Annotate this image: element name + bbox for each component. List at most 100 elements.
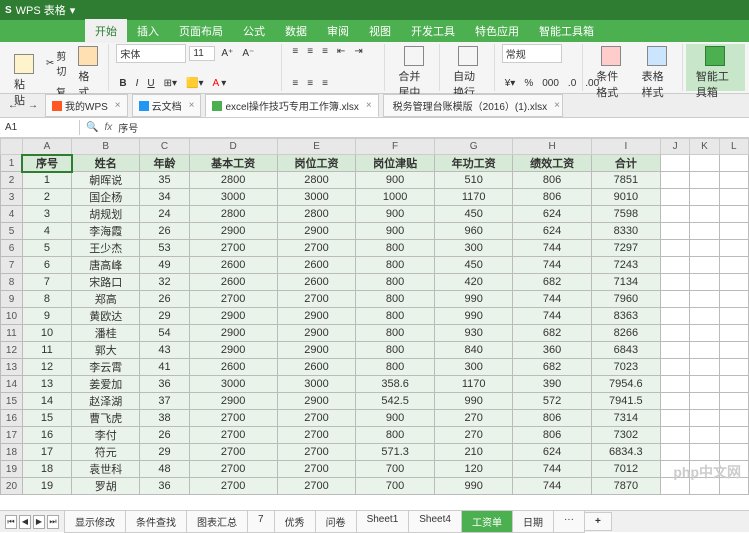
- cell[interactable]: 624: [513, 444, 591, 461]
- cell[interactable]: 900: [356, 410, 435, 427]
- cell[interactable]: 郑高: [72, 291, 140, 308]
- cell[interactable]: [719, 342, 748, 359]
- font-size-select[interactable]: 11: [189, 46, 215, 61]
- cell[interactable]: 2900: [189, 342, 277, 359]
- cell[interactable]: [660, 172, 689, 189]
- cell[interactable]: 2700: [189, 461, 277, 478]
- col-header[interactable]: K: [690, 139, 719, 155]
- cell[interactable]: 2700: [189, 410, 277, 427]
- cell[interactable]: 6834.3: [591, 444, 660, 461]
- cell[interactable]: 900: [356, 172, 435, 189]
- cell[interactable]: 15: [22, 410, 71, 427]
- cell[interactable]: 郭大: [72, 342, 140, 359]
- col-header[interactable]: C: [140, 139, 189, 155]
- row-header[interactable]: 1: [1, 155, 23, 172]
- cell[interactable]: 7870: [591, 478, 660, 495]
- select-all-corner[interactable]: [1, 139, 23, 155]
- col-header[interactable]: L: [719, 139, 748, 155]
- decrease-font-icon[interactable]: A⁻: [239, 46, 257, 61]
- cell[interactable]: 李海霞: [72, 223, 140, 240]
- cell[interactable]: 2900: [277, 308, 356, 325]
- cell[interactable]: 744: [513, 240, 591, 257]
- cell[interactable]: 2700: [277, 291, 356, 308]
- cell[interactable]: [719, 189, 748, 206]
- cell[interactable]: 7134: [591, 274, 660, 291]
- fx-icon[interactable]: fx: [104, 122, 112, 133]
- cell[interactable]: [719, 359, 748, 376]
- cell[interactable]: [719, 274, 748, 291]
- tab-smart[interactable]: 智能工具箱: [529, 19, 604, 43]
- cell[interactable]: 2900: [277, 342, 356, 359]
- cell[interactable]: [660, 325, 689, 342]
- cell[interactable]: 14: [22, 393, 71, 410]
- align-bottom-icon[interactable]: ≡: [319, 44, 331, 59]
- col-header[interactable]: G: [434, 139, 513, 155]
- cell[interactable]: [719, 257, 748, 274]
- cell[interactable]: 朝晖说: [72, 172, 140, 189]
- cell[interactable]: 270: [434, 410, 513, 427]
- cell[interactable]: 960: [434, 223, 513, 240]
- row-header[interactable]: 8: [1, 274, 23, 291]
- cell[interactable]: [660, 308, 689, 325]
- cell[interactable]: 7598: [591, 206, 660, 223]
- font-name-select[interactable]: 宋体: [116, 44, 186, 63]
- cell[interactable]: 8330: [591, 223, 660, 240]
- cell[interactable]: 黄欧达: [72, 308, 140, 325]
- cell[interactable]: 3000: [189, 189, 277, 206]
- cell[interactable]: 2700: [277, 478, 356, 495]
- italic-button[interactable]: I: [133, 76, 142, 91]
- cell[interactable]: [660, 410, 689, 427]
- cell[interactable]: [719, 410, 748, 427]
- titlebar-dropdown-icon[interactable]: ▾: [70, 4, 76, 17]
- cell[interactable]: 682: [513, 274, 591, 291]
- cell[interactable]: 2900: [277, 223, 356, 240]
- nav-fwd-icon[interactable]: →: [25, 98, 41, 113]
- cell[interactable]: 符元: [72, 444, 140, 461]
- header-cell[interactable]: 绩效工资: [513, 155, 591, 172]
- row-header[interactable]: 20: [1, 478, 23, 495]
- cell[interactable]: 29: [140, 308, 189, 325]
- cell[interactable]: [660, 257, 689, 274]
- cell[interactable]: [690, 274, 719, 291]
- cell[interactable]: 6: [22, 257, 71, 274]
- cell[interactable]: 1170: [434, 189, 513, 206]
- tab-formula[interactable]: 公式: [233, 19, 275, 43]
- cell[interactable]: 36: [140, 478, 189, 495]
- cell[interactable]: [690, 342, 719, 359]
- bold-button[interactable]: B: [116, 76, 129, 91]
- cell[interactable]: 6843: [591, 342, 660, 359]
- align-right-icon[interactable]: ≡: [319, 76, 331, 91]
- cell[interactable]: 682: [513, 325, 591, 342]
- cell[interactable]: 37: [140, 393, 189, 410]
- cell[interactable]: 18: [22, 461, 71, 478]
- row-header[interactable]: 6: [1, 240, 23, 257]
- cell[interactable]: 曹飞虎: [72, 410, 140, 427]
- row-header[interactable]: 18: [1, 444, 23, 461]
- cell[interactable]: 300: [434, 240, 513, 257]
- align-center-icon[interactable]: ≡: [304, 76, 316, 91]
- cell[interactable]: 1170: [434, 376, 513, 393]
- cell[interactable]: [660, 393, 689, 410]
- cell[interactable]: 700: [356, 461, 435, 478]
- font-color-button[interactable]: A▾: [210, 76, 230, 91]
- col-header[interactable]: I: [591, 139, 660, 155]
- inc-decimal-icon[interactable]: .0: [565, 76, 579, 91]
- cell[interactable]: 2600: [189, 257, 277, 274]
- cell[interactable]: [690, 257, 719, 274]
- cell[interactable]: 13: [22, 376, 71, 393]
- col-header[interactable]: A: [22, 139, 71, 155]
- cell[interactable]: 2900: [189, 393, 277, 410]
- cell[interactable]: 800: [356, 359, 435, 376]
- col-header[interactable]: F: [356, 139, 435, 155]
- row-header[interactable]: 3: [1, 189, 23, 206]
- cell[interactable]: 2600: [189, 359, 277, 376]
- cell[interactable]: 800: [356, 257, 435, 274]
- cell[interactable]: 900: [356, 223, 435, 240]
- comma-icon[interactable]: 000: [539, 76, 562, 91]
- cell[interactable]: 2900: [189, 325, 277, 342]
- cell[interactable]: [690, 359, 719, 376]
- cell[interactable]: [660, 342, 689, 359]
- cond-format-button[interactable]: 条件格式: [590, 44, 632, 102]
- cell[interactable]: 26: [140, 223, 189, 240]
- row-header[interactable]: 11: [1, 325, 23, 342]
